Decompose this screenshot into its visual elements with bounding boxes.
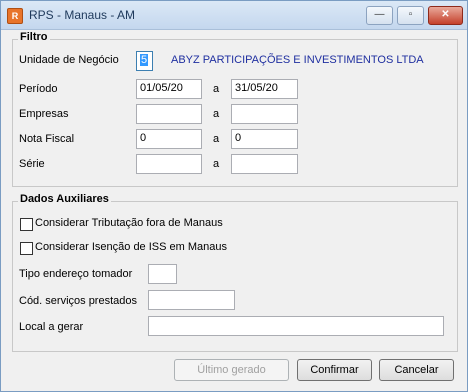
confirmar-button[interactable]: Confirmar [297,359,372,381]
serie-label: Série [19,158,45,170]
tributacao-checkbox-label[interactable]: Considerar Tributação fora de Manaus [35,217,223,229]
filtro-group-title: Filtro [18,31,50,43]
window-title: RPS - Manaus - AM [29,8,136,22]
maximize-button[interactable]: ▫ [397,6,424,25]
tipo-endereco-label: Tipo endereço tomador [19,268,133,280]
unidade-company-name: ABYZ PARTICIPAÇÕES E INVESTIMENTOS LTDA [171,54,424,66]
cod-servicos-label: Cód. serviços prestados [19,295,137,307]
dados-auxiliares-title: Dados Auxiliares [18,193,111,205]
periodo-from-input[interactable]: 01/05/20 [136,79,202,99]
unidade-label: Unidade de Negócio [19,54,119,66]
serie-range-sep: a [213,158,220,170]
empresas-to-input[interactable] [231,104,298,124]
cancelar-button[interactable]: Cancelar [379,359,454,381]
isencao-checkbox-label[interactable]: Considerar Isenção de ISS em Manaus [35,241,227,253]
local-gerar-input[interactable] [148,316,444,336]
serie-to-input[interactable] [231,154,298,174]
local-gerar-label: Local a gerar [19,321,84,333]
cod-servicos-input[interactable] [148,290,235,310]
nota-fiscal-to-input[interactable]: 0 [231,129,298,149]
empresas-label: Empresas [19,108,69,120]
empresas-range-sep: a [213,108,220,120]
ultimo-gerado-button[interactable]: Último gerado [174,359,289,381]
nota-fiscal-label: Nota Fiscal [19,133,75,145]
nota-fiscal-from-input[interactable]: 0 [136,129,202,149]
minimize-button[interactable]: — [366,6,393,25]
periodo-label: Período [19,83,58,95]
dialog-window: R RPS - Manaus - AM — ▫ ✕ Filtro Unidade… [0,0,468,392]
close-button[interactable]: ✕ [428,6,463,25]
tributacao-checkbox[interactable] [20,218,33,231]
isencao-checkbox[interactable] [20,242,33,255]
unidade-value: 5 [140,54,149,66]
app-icon: R [7,8,23,24]
periodo-to-input[interactable]: 31/05/20 [231,79,298,99]
serie-from-input[interactable] [136,154,202,174]
nota-fiscal-range-sep: a [213,133,220,145]
periodo-range-sep: a [213,83,220,95]
tipo-endereco-input[interactable] [148,264,177,284]
empresas-from-input[interactable] [136,104,202,124]
unidade-input[interactable]: 5 [136,51,153,71]
title-bar[interactable]: R RPS - Manaus - AM — ▫ ✕ [1,1,467,30]
